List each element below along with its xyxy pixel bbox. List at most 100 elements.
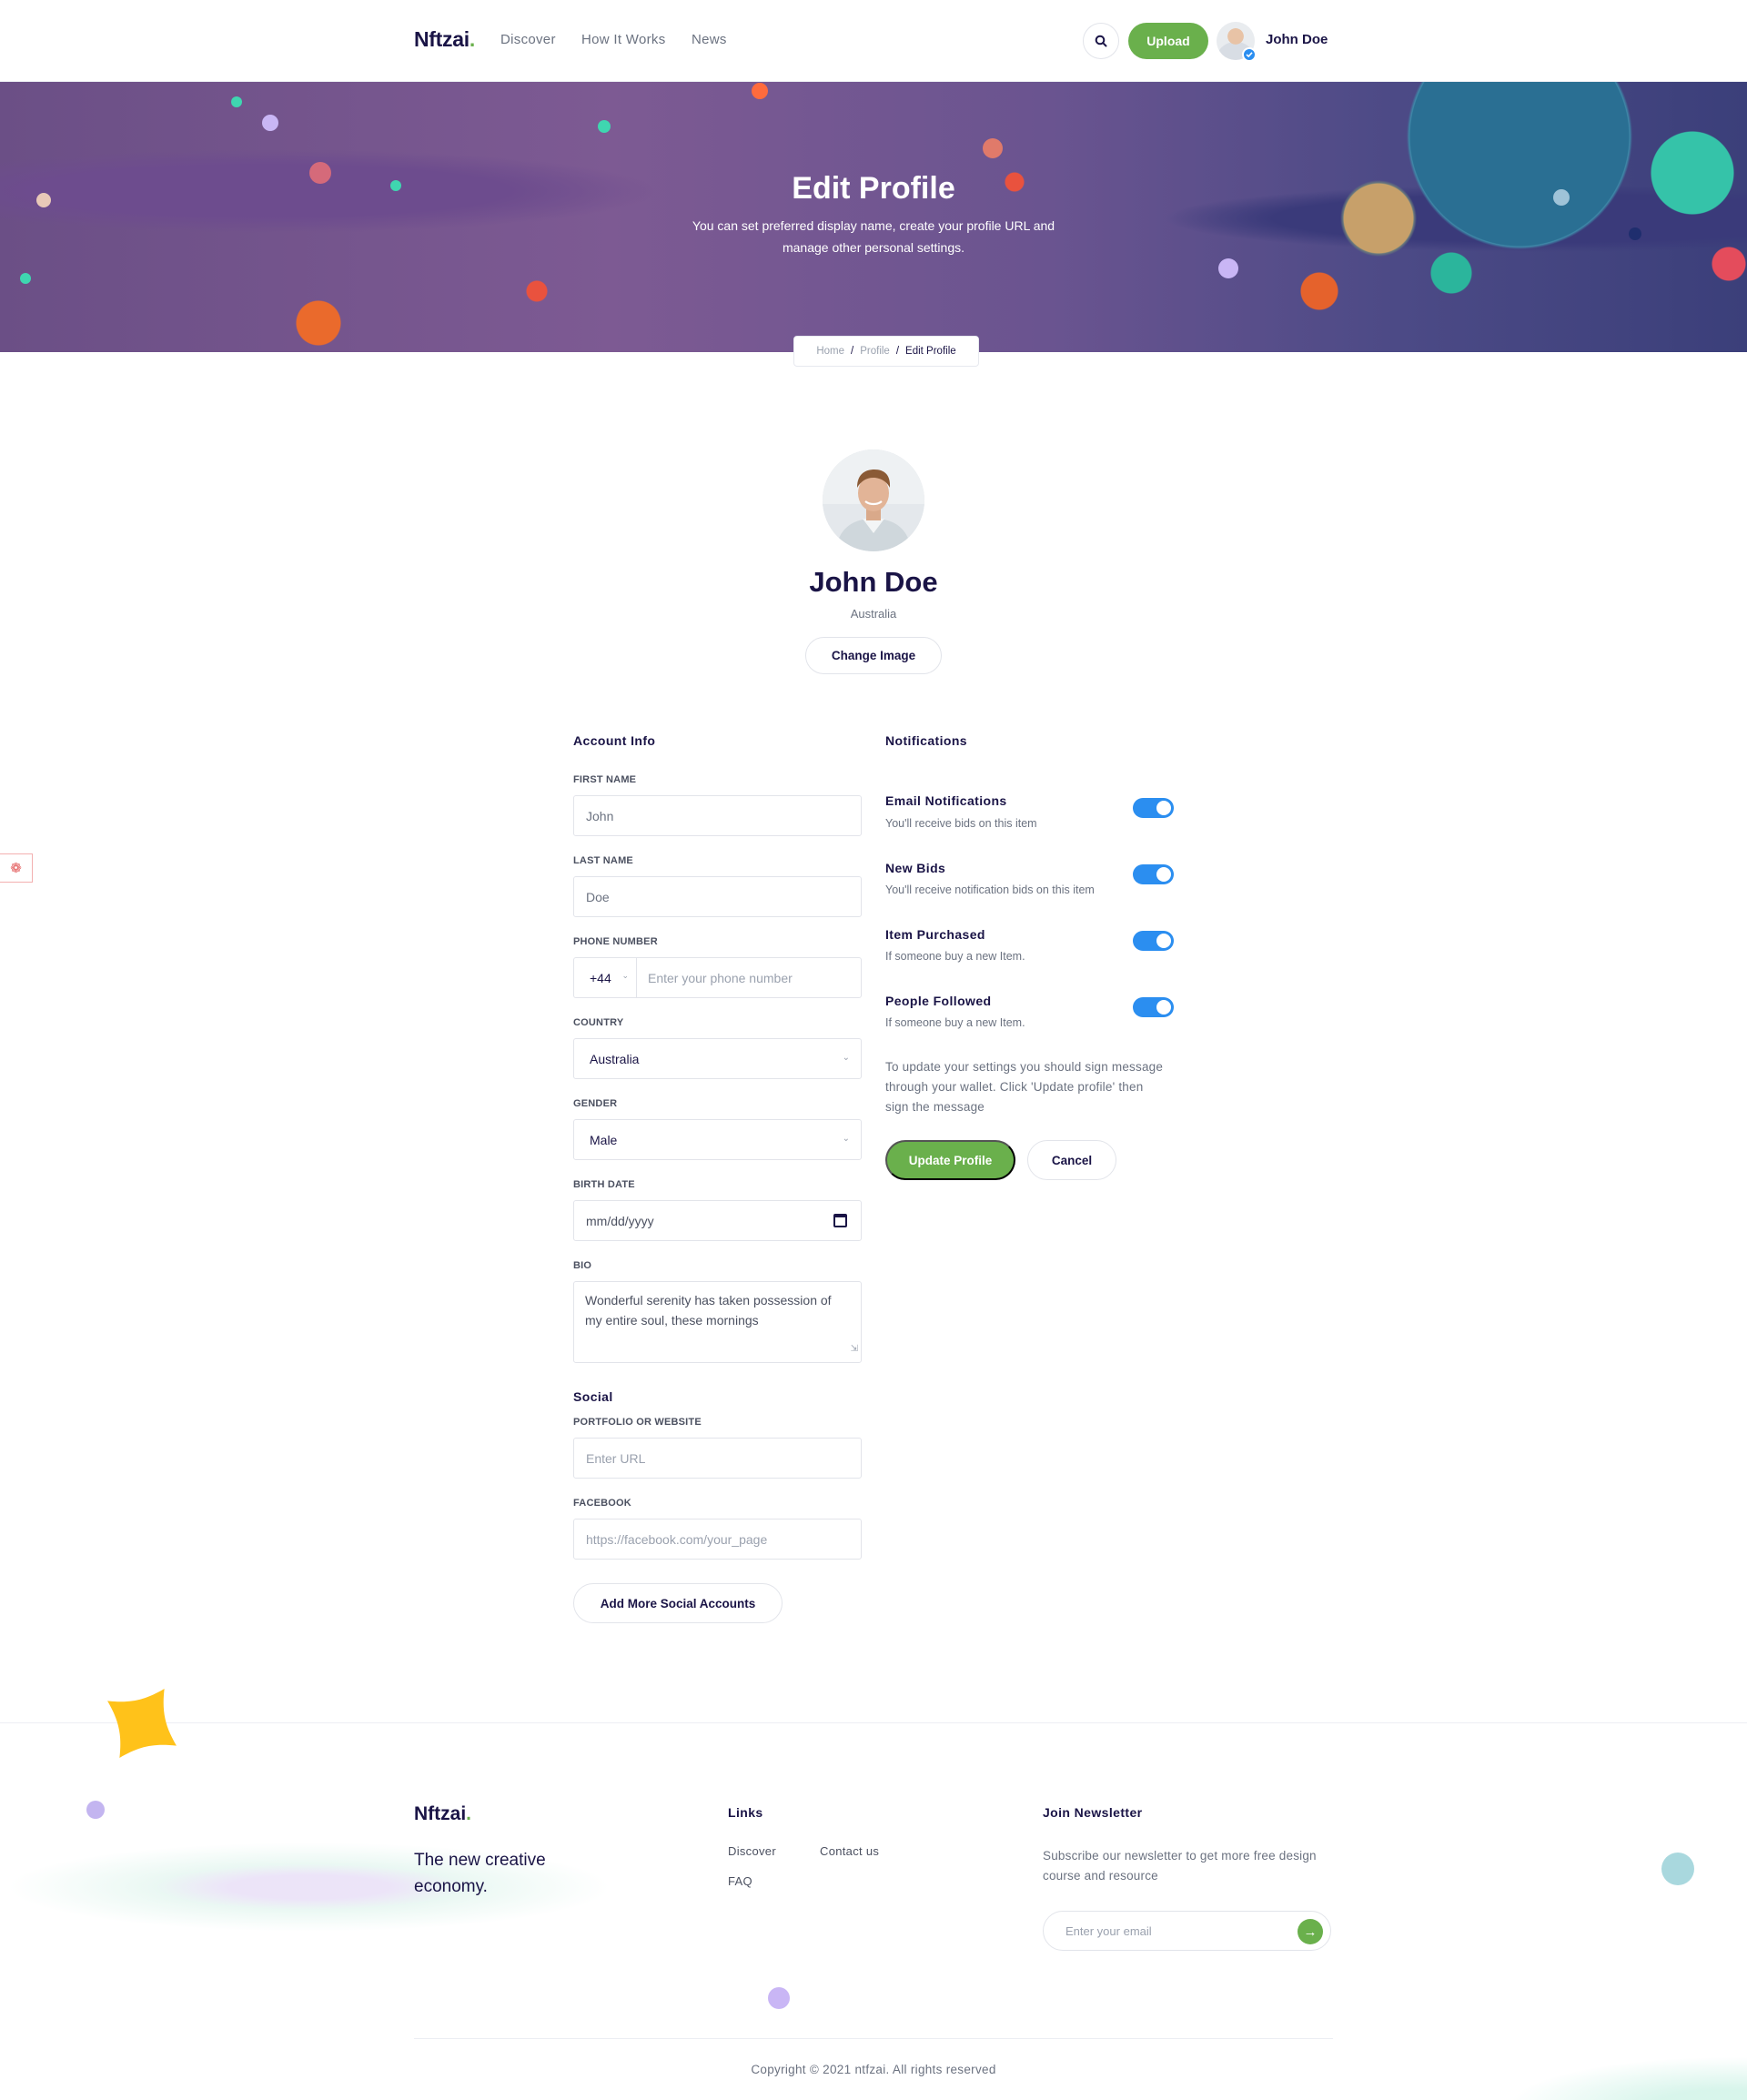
notification-item-purchased-title: Item Purchased [885,927,985,942]
phone-country-code-select[interactable]: +44 ⌄ [573,957,637,998]
newsletter-title: Join Newsletter [1043,1805,1143,1820]
verified-badge-icon [1242,47,1257,62]
side-widget-tab[interactable]: ❁ [0,853,33,883]
bio-label: BIO [573,1260,592,1271]
phone-label: PHONE NUMBER [573,936,658,947]
copyright: Copyright © 2021 ntfzai. All rights rese… [751,2063,996,2076]
toggle-item-purchased[interactable] [1133,931,1174,951]
birth-date-label: BIRTH DATE [573,1179,635,1190]
nav-link-news[interactable]: News [692,32,727,47]
update-profile-button[interactable]: Update Profile [885,1140,1015,1180]
breadcrumb-separator: / [895,346,900,357]
user-avatar[interactable] [1217,22,1257,62]
footer-link-discover[interactable]: Discover [728,1844,776,1858]
first-name-label: FIRST NAME [573,774,637,785]
chevron-down-icon: ⌄ [842,1053,850,1063]
decor-bubble [983,138,1003,158]
nav-link-discover[interactable]: Discover [500,32,556,47]
decor-bubble [1629,227,1641,240]
hero-banner: Edit Profile You can set preferred displ… [0,82,1747,352]
account-info-title: Account Info [573,733,656,748]
notifications-title: Notifications [885,733,967,748]
decor-bubble [768,1987,790,2009]
chevron-down-icon: ⌄ [842,1134,850,1144]
footer-logo[interactable]: Nftzai. [414,1803,471,1825]
footer-divider [414,2038,1333,2039]
toggle-knob [1156,801,1171,815]
profile-country: Australia [850,607,897,621]
toggle-knob [1156,1000,1171,1015]
calendar-icon[interactable] [833,1214,847,1227]
breadcrumb-profile[interactable]: Profile [860,346,890,357]
decor-bubble [20,273,31,284]
nav-link-how-it-works[interactable]: How It Works [581,32,666,47]
newsletter-text: Subscribe our newsletter to get more fre… [1043,1849,1317,1883]
upload-button[interactable]: Upload [1128,23,1208,59]
last-name-label: LAST NAME [573,855,633,866]
breadcrumb-separator: / [851,346,854,357]
notification-item-purchased-desc: If someone buy a new Item. [885,950,1025,963]
arrow-right-icon[interactable]: → [1298,1919,1323,1944]
country-select[interactable]: Australia ⌄ [573,1038,862,1079]
gift-icon: ❁ [10,861,22,876]
decor-bubble [752,83,768,99]
country-label: COUNTRY [573,1017,624,1028]
decor-bubble [262,115,278,131]
gender-label: GENDER [573,1098,618,1109]
search-icon [1095,35,1107,47]
breadcrumb: Home / Profile / Edit Profile [793,336,979,367]
breadcrumb-current: Edit Profile [905,346,956,357]
facebook-input[interactable]: https://facebook.com/your_page [573,1519,862,1560]
notification-new-bids-title: New Bids [885,861,946,875]
top-navbar: Nftzai. Discover How It Works News Uploa… [0,0,1747,82]
footer-link-contact[interactable]: Contact us [820,1844,879,1858]
footer-tagline: The new creative economy. [414,1851,546,1896]
bio-textarea[interactable]: Wonderful serenity has taken possession … [573,1281,862,1363]
notification-people-followed-title: People Followed [885,994,992,1008]
footer-links-title: Links [728,1805,763,1820]
logo[interactable]: Nftzai. [414,27,475,52]
notification-people-followed-desc: If someone buy a new Item. [885,1016,1025,1029]
first-name-input[interactable]: John [573,795,862,836]
user-name[interactable]: John Doe [1266,32,1328,47]
resize-handle-icon[interactable]: ⇲ [851,1339,858,1359]
social-title: Social [573,1389,613,1404]
add-social-accounts-button[interactable]: Add More Social Accounts [573,1583,783,1623]
chevron-down-icon: ⌄ [621,971,629,980]
star-decoration-icon [107,1689,177,1758]
birth-date-input[interactable]: mm/dd/yyyy [573,1200,862,1241]
cancel-button[interactable]: Cancel [1027,1140,1116,1180]
notification-new-bids-desc: You'll receive notification bids on this… [885,883,1095,896]
page-title: Edit Profile [792,171,955,206]
birth-date-placeholder: mm/dd/yyyy [586,1213,654,1228]
website-label: PORTFOLIO OR WEBSITE [573,1417,702,1428]
bio-value: Wonderful serenity has taken possession … [585,1293,832,1328]
country-value: Australia [590,1051,640,1066]
decor-bubble [1661,1853,1694,1885]
breadcrumb-home[interactable]: Home [816,346,844,357]
website-input[interactable]: Enter URL [573,1438,862,1479]
toggle-email-notifications[interactable] [1133,798,1174,818]
newsletter-placeholder: Enter your email [1065,1923,1152,1938]
change-image-button[interactable]: Change Image [805,637,942,674]
decor-bubble [231,96,242,107]
toggle-people-followed[interactable] [1133,997,1174,1017]
gender-value: Male [590,1132,618,1147]
footer-link-faq[interactable]: FAQ [728,1874,752,1888]
footer [0,1722,1747,2100]
profile-name: John Doe [809,566,938,598]
last-name-input[interactable]: Doe [573,876,862,917]
phone-code-value: +44 [590,970,611,985]
decor-bubble [598,120,611,133]
toggle-knob [1156,934,1171,948]
page-subtitle: You can set preferred display name, crea… [692,218,1055,255]
newsletter-email-input[interactable]: Enter your email → [1043,1911,1331,1951]
search-button[interactable] [1083,23,1119,59]
gender-select[interactable]: Male ⌄ [573,1119,862,1160]
decor-bubble [86,1801,105,1819]
profile-photo [823,449,924,551]
notification-email-title: Email Notifications [885,793,1007,808]
facebook-label: FACEBOOK [573,1498,631,1509]
phone-number-input[interactable]: Enter your phone number [636,957,862,998]
toggle-new-bids[interactable] [1133,864,1174,884]
